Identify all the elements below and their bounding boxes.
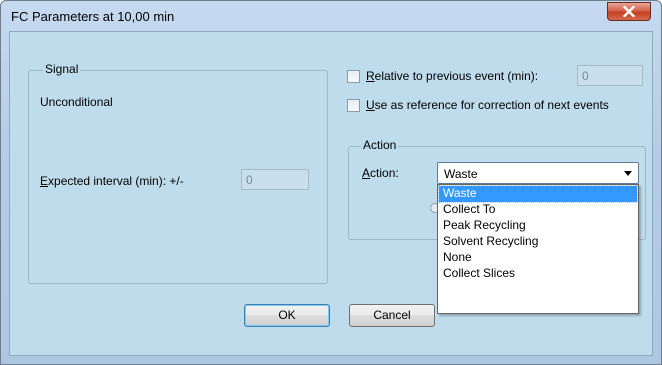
- action-select-value: Waste: [444, 167, 478, 181]
- dropdown-option-peak-recycling[interactable]: Peak Recycling: [439, 218, 637, 234]
- expected-interval-label: Expected interval (min): +/-: [40, 174, 184, 188]
- window-title: FC Parameters at 10,00 min: [11, 9, 175, 24]
- relative-label: Relative to previous event (min):: [366, 69, 539, 83]
- dropdown-option-collect-slices[interactable]: Collect Slices: [439, 266, 637, 282]
- close-icon: [623, 6, 635, 17]
- action-select[interactable]: Waste: [437, 162, 639, 184]
- reference-checkbox[interactable]: [347, 99, 360, 112]
- signal-group-label: Signal: [43, 62, 81, 76]
- action-dropdown-list: Waste Collect To Peak Recycling Solvent …: [437, 184, 639, 314]
- relative-interval-field[interactable]: 0: [577, 65, 643, 86]
- dialog-body: Signal Unconditional Expected interval (…: [9, 31, 653, 356]
- title-bar[interactable]: FC Parameters at 10,00 min: [1, 1, 661, 31]
- close-button[interactable]: [607, 2, 651, 21]
- chevron-down-icon[interactable]: [624, 171, 632, 176]
- reference-label: Use as reference for correction of next …: [366, 98, 609, 112]
- action-group-label: Action: [361, 138, 399, 152]
- ok-button[interactable]: OK: [244, 304, 330, 327]
- action-label: Action:: [362, 166, 399, 180]
- relative-checkbox[interactable]: [347, 70, 360, 83]
- dropdown-option-none[interactable]: None: [439, 250, 637, 266]
- signal-condition-text: Unconditional: [40, 95, 113, 109]
- dropdown-option-waste[interactable]: Waste: [438, 185, 638, 203]
- expected-interval-field[interactable]: 0: [241, 169, 309, 190]
- dropdown-option-collect-to[interactable]: Collect To: [439, 202, 637, 218]
- dropdown-option-solvent-recycling[interactable]: Solvent Recycling: [439, 234, 637, 250]
- fc-parameters-dialog: FC Parameters at 10,00 min Signal Uncond…: [0, 0, 662, 365]
- cancel-button[interactable]: Cancel: [349, 304, 435, 327]
